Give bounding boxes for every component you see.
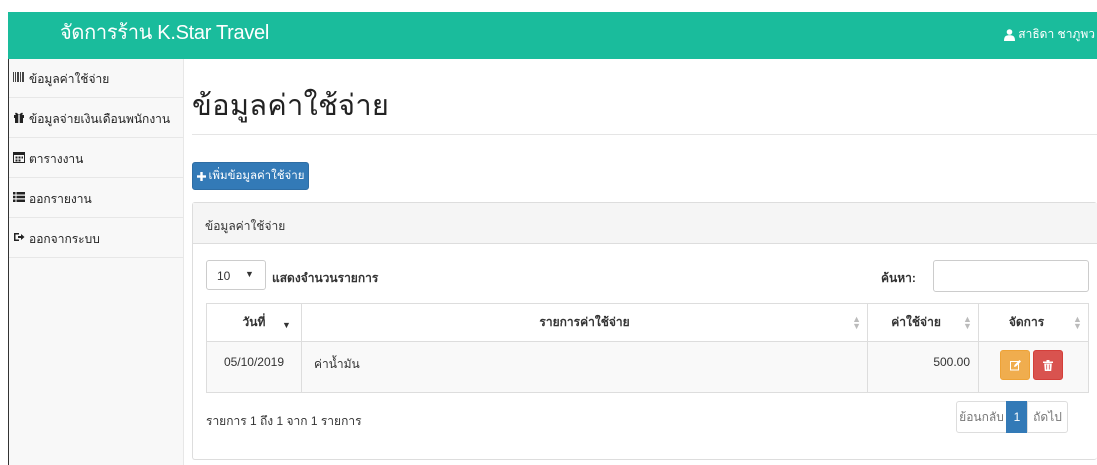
page-length-value: 10 <box>217 269 231 283</box>
sidebar-item-label: ออกรายงาน <box>29 192 92 206</box>
col-date[interactable]: วันที่ ▼ <box>206 303 302 342</box>
search-label: ค้นหา: <box>881 271 916 285</box>
expenses-table: วันที่ ▼ รายการค่าใช้จ่าย ▲ ▼ ค่าใช้จ่าย … <box>206 303 1089 393</box>
sidebar-item-report[interactable]: ออกรายงาน <box>9 178 183 218</box>
add-expense-label: เพิ่มข้อมูลค่าใช้จ่าย <box>208 170 305 182</box>
search-input[interactable] <box>933 260 1089 292</box>
trash-icon <box>1043 359 1054 371</box>
cell-actions <box>978 341 1089 393</box>
user-name: สาธิดา ชาภูพว <box>1018 27 1095 41</box>
user-menu[interactable]: สาธิดา ชาภูพว <box>1004 25 1095 44</box>
list-icon <box>13 192 25 202</box>
sort-desc-icon: ▼ <box>282 320 291 330</box>
brand-title[interactable]: จัดการร้าน K.Star Travel <box>60 21 269 45</box>
cell-date: 05/10/2019 <box>206 341 302 393</box>
caret-down-icon: ▼ <box>245 269 254 279</box>
expenses-panel: ข้อมูลค่าใช้จ่าย 10 ▼ แสดงจำนวนรายการ ค้… <box>192 202 1097 460</box>
barcode-icon <box>13 72 24 82</box>
logout-icon <box>14 233 25 241</box>
cell-item: ค่าน้ำมัน <box>300 341 869 393</box>
pagination-current[interactable]: 1 <box>1006 401 1028 433</box>
table-row: 05/10/2019 ค่าน้ำมัน 500.00 <box>206 341 1089 393</box>
calendar-icon <box>13 152 25 163</box>
edit-icon <box>1009 359 1021 370</box>
panel-heading: ข้อมูลค่าใช้จ่าย <box>193 203 1097 244</box>
page-length-label: แสดงจำนวนรายการ <box>272 271 379 285</box>
table-info: รายการ 1 ถึง 1 จาก 1 รายการ <box>206 414 362 428</box>
plus-icon <box>196 171 206 181</box>
sidebar-item-schedule[interactable]: ตารางงาน <box>9 138 183 178</box>
sort-icon: ▲ ▼ <box>1073 314 1082 331</box>
sidebar-item-logout[interactable]: ออกจากระบบ <box>9 218 183 258</box>
col-item[interactable]: รายการค่าใช้จ่าย ▲ ▼ <box>300 303 869 342</box>
sidebar: ข้อมูลค่าใช้จ่าย ข้อมูลจ่ายเงินเดือนพนัก… <box>8 59 184 465</box>
page-title: ข้อมูลค่าใช้จ่าย <box>192 90 390 122</box>
sidebar-item-expenses[interactable]: ข้อมูลค่าใช้จ่าย <box>9 59 183 98</box>
top-navbar: จัดการร้าน K.Star Travel สาธิดา ชาภูพว <box>8 12 1097 59</box>
col-amount[interactable]: ค่าใช้จ่าย ▲ ▼ <box>867 303 980 342</box>
sidebar-item-label: ข้อมูลค่าใช้จ่าย <box>29 72 110 86</box>
pagination: ย้อนกลับ 1 ถัดไป <box>956 401 1068 433</box>
gift-icon <box>14 112 24 123</box>
sidebar-item-label: ตารางงาน <box>29 152 84 166</box>
delete-button[interactable] <box>1033 350 1064 380</box>
edit-button[interactable] <box>1000 350 1031 380</box>
pagination-next[interactable]: ถัดไป <box>1027 401 1068 433</box>
title-divider <box>192 134 1097 135</box>
col-manage[interactable]: จัดการ ▲ ▼ <box>978 303 1089 342</box>
add-expense-button[interactable]: เพิ่มข้อมูลค่าใช้จ่าย <box>192 162 309 190</box>
pagination-prev[interactable]: ย้อนกลับ <box>956 401 1007 433</box>
sidebar-item-label: ออกจากระบบ <box>29 232 100 246</box>
user-icon <box>1004 28 1016 41</box>
sort-icon: ▲ ▼ <box>963 314 972 331</box>
cell-amount: 500.00 <box>867 341 980 393</box>
page-length-select[interactable]: 10 ▼ <box>206 260 266 290</box>
sort-icon: ▲ ▼ <box>852 314 862 331</box>
sidebar-item-label: ข้อมูลจ่ายเงินเดือนพนักงาน <box>29 112 171 126</box>
sidebar-item-salary[interactable]: ข้อมูลจ่ายเงินเดือนพนักงาน <box>9 98 183 138</box>
